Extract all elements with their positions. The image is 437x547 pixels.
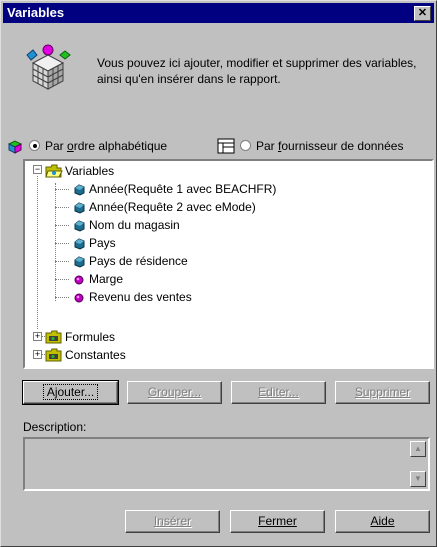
measure-icon [74, 293, 84, 303]
aide-button[interactable]: Aide [335, 510, 430, 533]
tree-item-pays-residence[interactable]: Pays de résidence [89, 252, 188, 270]
title-bar: Variables ✕ [3, 3, 434, 23]
expand-constantes-toggle[interactable]: + [33, 350, 42, 359]
dimension-icon [74, 220, 85, 232]
tree-item-marge[interactable]: Marge [89, 270, 123, 288]
label-alphabetical[interactable]: Par ordre alphabétique [45, 139, 167, 153]
tree-folder-constantes[interactable]: Constantes [65, 346, 126, 364]
description-field[interactable]: ▲ ▼ [23, 437, 430, 491]
label-data-provider[interactable]: Par fournisseur de données [256, 139, 403, 153]
dimension-icon [74, 238, 85, 250]
scroll-down-button[interactable]: ▼ [410, 471, 426, 487]
folder-open-icon [45, 164, 63, 178]
radio-data-provider[interactable] [240, 140, 251, 151]
radio-alphabetical[interactable] [29, 140, 40, 151]
sort-options: Par ordre alphabétique Par fournisseur d… [7, 138, 437, 156]
tree-item-annee-req2[interactable]: Année(Requête 2 avec eMode) [89, 198, 256, 216]
tree-item-nom-magasin[interactable]: Nom du magasin [89, 216, 180, 234]
intro-text: Vous pouvez ici ajouter, modifier et sup… [97, 56, 417, 86]
folder-closed-icon [45, 348, 62, 362]
collapse-variables-toggle[interactable]: − [33, 165, 42, 174]
ajouter-button[interactable]: Ajouter... [22, 380, 119, 405]
tree-root-variables[interactable]: Variables [65, 162, 114, 180]
dimension-icon [74, 256, 85, 268]
window-title: Variables [7, 5, 65, 20]
expand-formules-toggle[interactable]: + [33, 332, 42, 341]
description-label: Description: [23, 420, 87, 434]
grouper-button[interactable]: Grouper... [127, 381, 222, 404]
tree-folder-formules[interactable]: Formules [65, 328, 115, 346]
folder-closed-icon [45, 330, 62, 344]
variables-tree[interactable]: − Variables Année(Requête 1 avec BEACHFR… [23, 159, 434, 369]
supprimer-button[interactable]: Supprimer [335, 381, 430, 404]
dimension-icon [74, 184, 85, 196]
close-button[interactable]: ✕ [414, 6, 431, 21]
inserer-button[interactable]: Insérer [125, 510, 220, 533]
tree-item-pays[interactable]: Pays [89, 234, 116, 252]
editer-button[interactable]: Editer... [231, 381, 326, 404]
scroll-up-button[interactable]: ▲ [410, 441, 426, 457]
tree-item-revenu[interactable]: Revenu des ventes [89, 288, 192, 306]
tree-item-annee-req1[interactable]: Année(Requête 1 avec BEACHFR) [89, 180, 276, 198]
sort-alpha-icon [7, 140, 23, 154]
variables-dialog: Variables ✕ Vous pouvez ici ajouter, mod… [0, 0, 437, 547]
fermer-button[interactable]: Fermer [230, 510, 325, 533]
variables-cube-icon [26, 44, 71, 90]
measure-icon [74, 275, 84, 285]
data-provider-icon [217, 138, 235, 154]
dimension-icon [74, 202, 85, 214]
